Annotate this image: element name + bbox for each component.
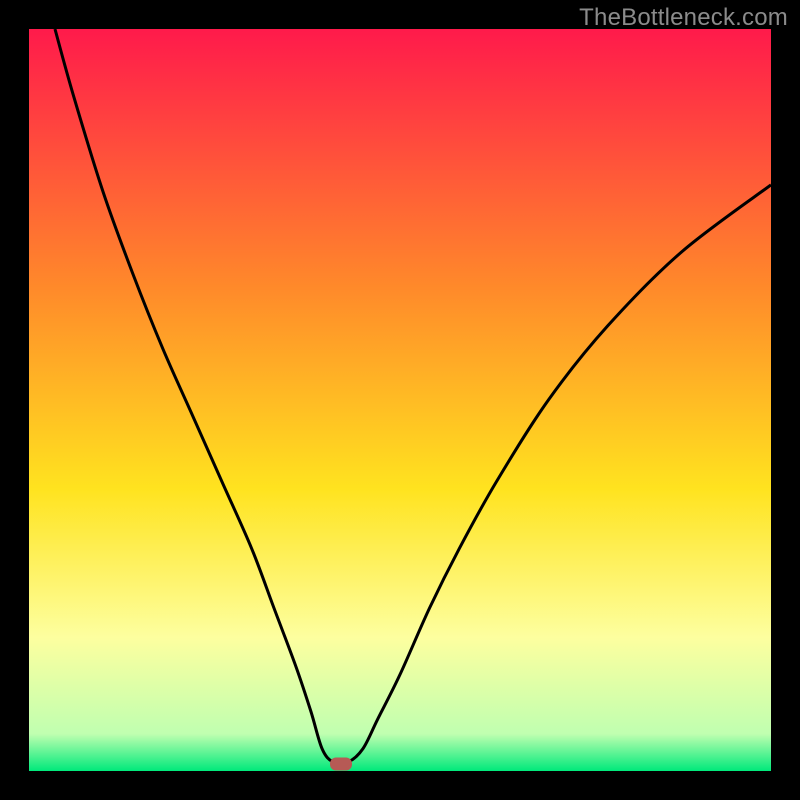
chart-background xyxy=(29,29,771,771)
chart-frame: TheBottleneck.com xyxy=(0,0,800,800)
bottleneck-chart xyxy=(29,29,771,771)
optimal-marker xyxy=(330,757,352,770)
watermark-text: TheBottleneck.com xyxy=(579,4,788,32)
